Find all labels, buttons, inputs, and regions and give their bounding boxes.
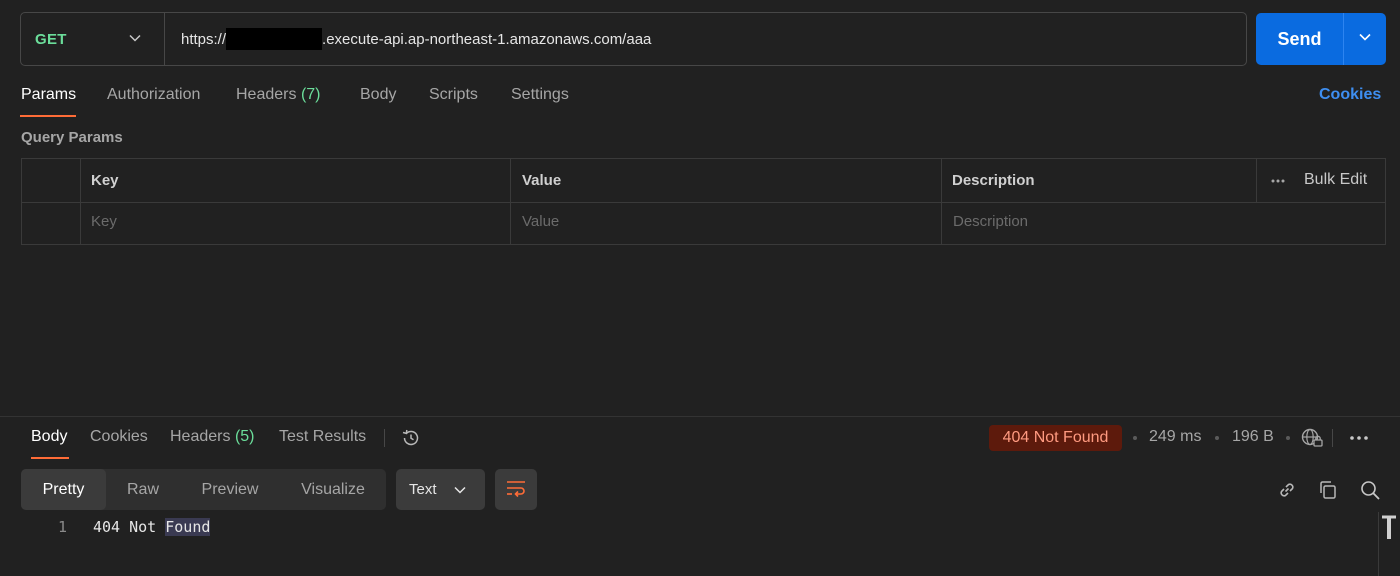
copy-icon[interactable] (1317, 479, 1339, 501)
tab-params[interactable]: Params (21, 86, 76, 104)
highlighted-word: Found (165, 518, 211, 536)
send-button[interactable]: Send (1256, 13, 1343, 65)
column-divider (510, 159, 511, 244)
column-header-key: Key (91, 172, 119, 189)
response-tab-headers[interactable]: Headers (5) (170, 428, 255, 446)
wrap-lines-icon (505, 478, 527, 502)
table-row-divider (22, 202, 1385, 203)
wrap-lines-button[interactable] (495, 469, 537, 510)
history-icon[interactable] (400, 427, 422, 449)
view-mode-selector: Pretty Raw Preview Visualize (21, 469, 386, 510)
separator-dot (1133, 436, 1137, 440)
separator-dot (1215, 436, 1219, 440)
url-suffix: .execute-api.ap-northeast-1.amazonaws.co… (322, 30, 652, 48)
view-mode-pretty[interactable]: Pretty (21, 469, 106, 510)
query-params-table: Key Value Description Bulk Edit Key Valu… (21, 158, 1386, 245)
send-options-button[interactable] (1343, 13, 1386, 65)
editor-scrollbar[interactable] (1378, 512, 1400, 576)
view-mode-visualize[interactable]: Visualize (280, 469, 386, 510)
cookies-link[interactable]: Cookies (1319, 86, 1381, 104)
column-divider (80, 159, 81, 244)
column-header-description: Description (952, 172, 1035, 189)
active-response-tab-indicator (31, 457, 69, 459)
response-tab-body[interactable]: Body (31, 428, 67, 446)
response-pane-divider[interactable] (0, 416, 1400, 417)
format-label: Text (409, 481, 437, 498)
link-icon[interactable] (1276, 479, 1298, 501)
separator (1332, 429, 1333, 447)
search-icon[interactable] (1359, 479, 1381, 501)
query-params-title: Query Params (21, 129, 123, 146)
response-tab-cookies[interactable]: Cookies (90, 428, 148, 446)
response-tab-headers-count: (5) (234, 428, 255, 445)
response-body-line[interactable]: 404 Not Found (93, 518, 211, 536)
text-cursor-icon (1380, 515, 1398, 545)
column-divider (941, 159, 942, 244)
response-tab-headers-label: Headers (170, 428, 231, 445)
response-body-text: 404 Not (93, 518, 166, 536)
response-size[interactable]: 196 B (1232, 428, 1274, 446)
response-time[interactable]: 249 ms (1149, 428, 1201, 446)
bulk-edit-button[interactable]: Bulk Edit (1304, 171, 1367, 189)
redacted-block (226, 28, 323, 50)
url-input[interactable]: https:// .execute-api.ap-northeast-1.amaz… (165, 28, 651, 50)
tab-authorization[interactable]: Authorization (107, 86, 200, 104)
view-mode-raw[interactable]: Raw (106, 469, 180, 510)
key-input[interactable]: Key (91, 213, 117, 230)
chevron-down-icon (453, 483, 467, 497)
url-prefix: https:// (181, 30, 227, 48)
separator (384, 429, 385, 447)
active-tab-indicator (20, 115, 76, 117)
method-label: GET (35, 30, 67, 48)
description-input[interactable]: Description (953, 213, 1028, 230)
tab-headers-count: (7) (300, 86, 321, 103)
globe-lock-icon[interactable] (1300, 427, 1324, 449)
request-url-bar: GET https:// .execute-api.ap-northeast-1.… (20, 12, 1247, 66)
status-badge[interactable]: 404 Not Found (989, 425, 1122, 451)
separator-dot (1286, 436, 1290, 440)
tab-headers[interactable]: Headers (7) (236, 86, 321, 104)
tab-scripts[interactable]: Scripts (429, 86, 478, 104)
chevron-down-icon (128, 31, 142, 49)
response-tab-test-results[interactable]: Test Results (279, 428, 366, 446)
value-input[interactable]: Value (522, 213, 559, 230)
tab-settings[interactable]: Settings (511, 86, 569, 104)
column-header-value: Value (522, 172, 562, 189)
more-horizontal-icon[interactable] (1349, 430, 1369, 446)
send-button-group: Send (1256, 13, 1386, 65)
format-dropdown[interactable]: Text (396, 469, 485, 510)
more-horizontal-icon[interactable] (1269, 173, 1287, 189)
view-mode-preview[interactable]: Preview (180, 469, 280, 510)
column-divider (1256, 159, 1257, 202)
method-selector[interactable]: GET (21, 13, 165, 65)
tab-body[interactable]: Body (360, 86, 396, 104)
chevron-down-icon (1358, 30, 1372, 48)
line-number: 1 (58, 518, 68, 536)
tab-headers-label: Headers (236, 86, 297, 103)
